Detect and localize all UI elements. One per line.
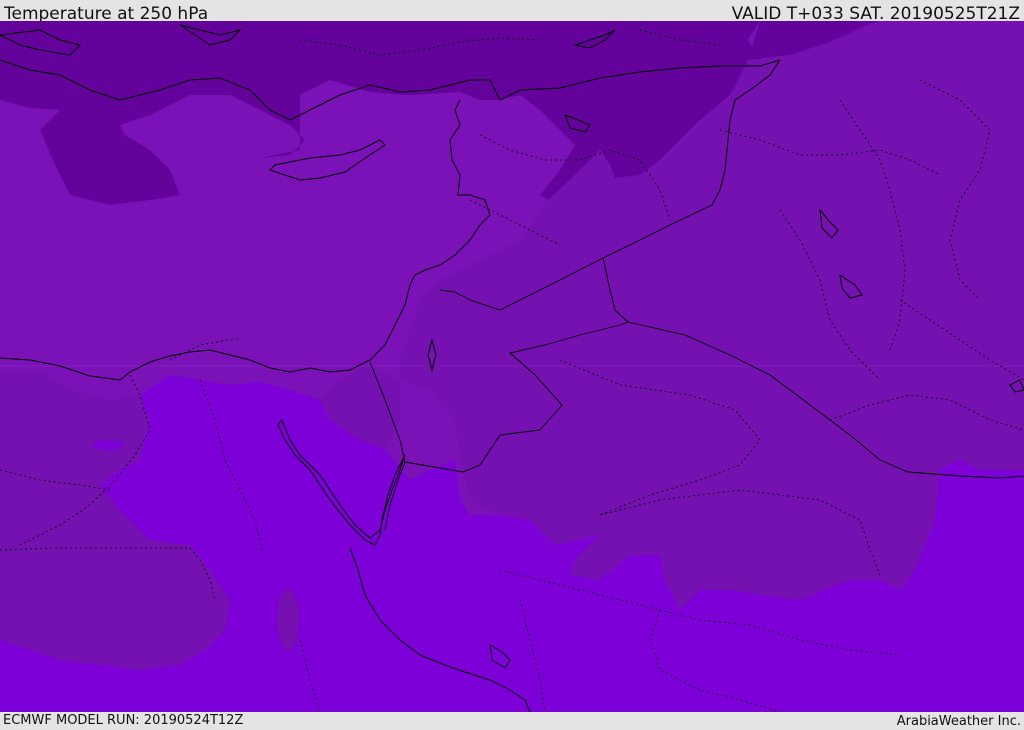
warm-band-lake: [93, 440, 123, 450]
model-run: ECMWF MODEL RUN: 20190524T12Z: [3, 713, 244, 728]
mid-band-nile-pocket: [277, 590, 299, 650]
temperature-map[interactable]: [0, 21, 1024, 712]
map-header: Temperature at 250 hPa VALID T+033 SAT. …: [0, 0, 1024, 24]
credit-text: ArabiaWeather Inc.: [896, 714, 1021, 729]
map-canvas: [0, 21, 1024, 712]
map-footer: ECMWF MODEL RUN: 20190524T12Z ArabiaWeat…: [0, 712, 1024, 729]
